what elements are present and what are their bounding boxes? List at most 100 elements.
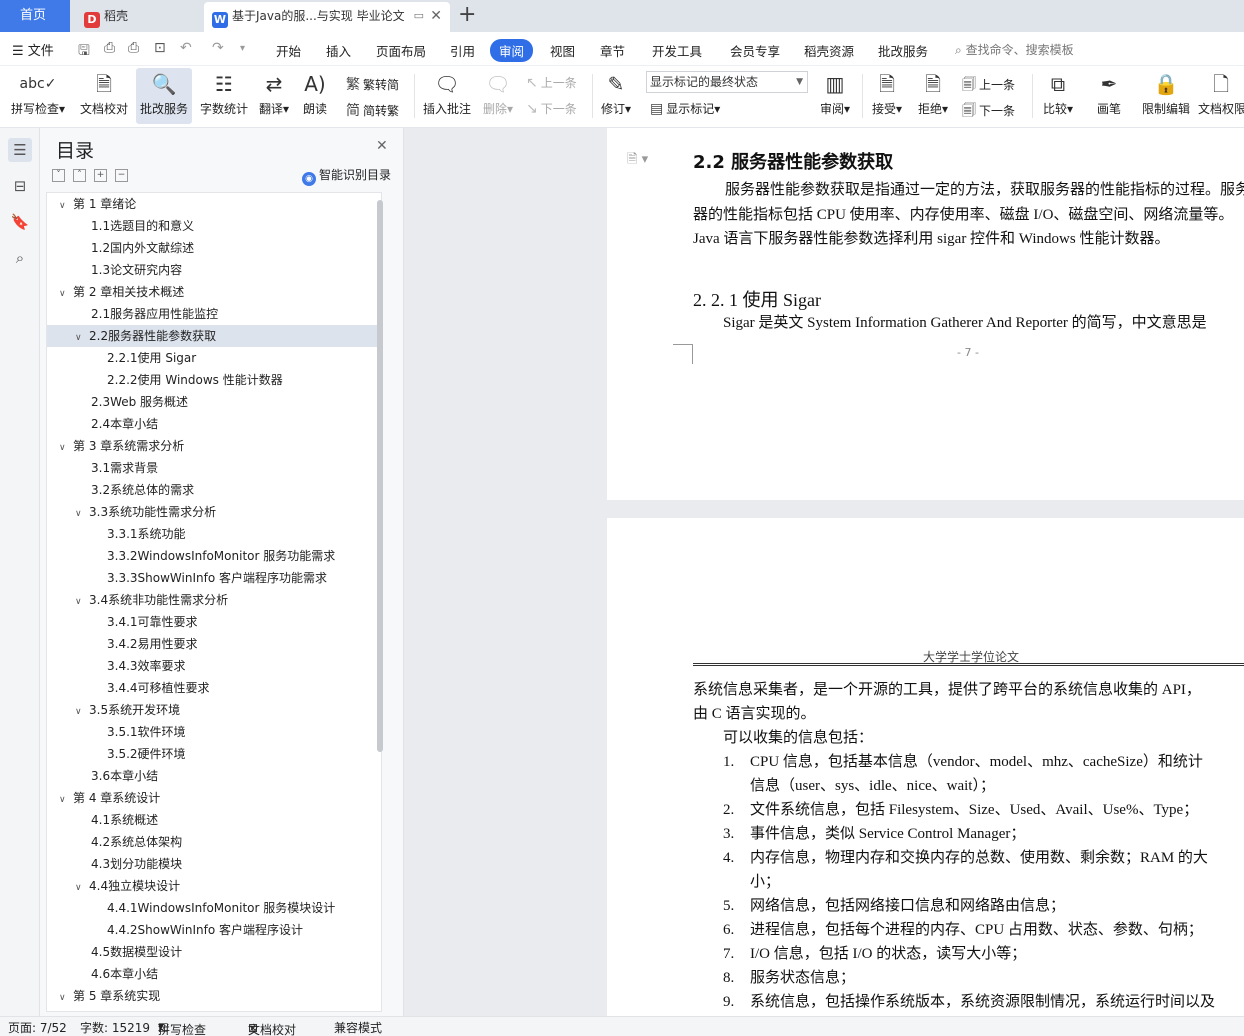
- toc-item[interactable]: ∨ 第 2 章相关技术概述: [47, 281, 381, 303]
- toc-icon[interactable]: ☰: [8, 138, 32, 162]
- toc-item[interactable]: ∨ 2.2服务器性能参数获取: [47, 325, 381, 347]
- menu-chapter[interactable]: 章节: [600, 41, 625, 60]
- spell-check-status[interactable]: ☑ 拼写检查 ▾: [158, 1019, 206, 1036]
- collapse-all-icon[interactable]: −: [115, 169, 128, 182]
- window-icon[interactable]: ▭: [414, 2, 424, 30]
- new-tab-icon[interactable]: +: [458, 2, 476, 28]
- toc-item[interactable]: ∨ 4.4独立模块设计: [47, 875, 381, 897]
- smart-toc-button[interactable]: ◉ 智能识别目录: [302, 166, 391, 186]
- simp-to-trad-button[interactable]: 简简转繁: [346, 100, 399, 120]
- undo-icon[interactable]: ↶: [180, 40, 192, 56]
- toc-item[interactable]: 2.2.2使用 Windows 性能计数器: [47, 369, 381, 391]
- menu-references[interactable]: 引用: [450, 41, 475, 60]
- more-icon[interactable]: ▾: [240, 43, 245, 54]
- next-change-button[interactable]: 🗐 下一条: [962, 100, 1015, 124]
- toc-item[interactable]: 1.2国内外文献综述: [47, 237, 381, 259]
- save-icon[interactable]: 🖫: [78, 40, 90, 64]
- close-tab-icon[interactable]: ✕: [430, 2, 442, 30]
- toc-item[interactable]: ∨ 第 4 章系统设计: [47, 787, 381, 809]
- tab-home[interactable]: 首页: [0, 0, 70, 32]
- reject-button[interactable]: 🗎 拒绝▾: [914, 68, 952, 124]
- doc-check-button[interactable]: 🗎 文档校对: [76, 68, 132, 124]
- menu-layout[interactable]: 页面布局: [376, 41, 426, 60]
- document-icon[interactable]: 🗎 ▾: [627, 150, 648, 172]
- menu-review[interactable]: 审阅: [490, 39, 534, 62]
- trad-to-simp-button[interactable]: 繁繁转简: [346, 74, 399, 94]
- accept-button[interactable]: 🗎 接受▾: [868, 68, 906, 124]
- menu-start[interactable]: 开始: [276, 41, 301, 60]
- toc-item[interactable]: 3.6本章小结: [47, 765, 381, 787]
- menu-review-service[interactable]: 批改服务: [878, 41, 928, 60]
- menu-developer[interactable]: 开发工具: [652, 41, 702, 60]
- chevron-down-icon[interactable]: ∨: [75, 591, 89, 613]
- toc-item[interactable]: 2.3Web 服务概述: [47, 391, 381, 413]
- toc-item[interactable]: 1.3论文研究内容: [47, 259, 381, 281]
- expand-all-icon[interactable]: +: [94, 169, 107, 182]
- translate-button[interactable]: ⇄ 翻译▾: [254, 68, 294, 124]
- page-indicator[interactable]: 页面: 7/52: [8, 1019, 67, 1036]
- bookmark-icon[interactable]: 🔖: [8, 210, 32, 234]
- search-icon[interactable]: ⌕: [8, 246, 32, 270]
- toc-item[interactable]: 3.4.3效率要求: [47, 655, 381, 677]
- toc-item[interactable]: 4.4.1WindowsInfoMonitor 服务模块设计: [47, 897, 381, 919]
- redo-icon[interactable]: ↷: [212, 40, 224, 56]
- chevron-down-icon[interactable]: ∨: [75, 877, 89, 899]
- chevron-down-icon[interactable]: ∨: [59, 283, 73, 305]
- toc-item[interactable]: ∨ 3.3系统功能性需求分析: [47, 501, 381, 523]
- track-changes-button[interactable]: ✎ 修订▾: [598, 68, 634, 124]
- toc-item[interactable]: ∨ 3.4系统非功能性需求分析: [47, 589, 381, 611]
- toc-item[interactable]: 2.1服务器应用性能监控: [47, 303, 381, 325]
- chevron-down-icon[interactable]: ∨: [59, 195, 73, 217]
- doc-permission-button[interactable]: 🗋 文档权限: [1198, 68, 1244, 124]
- tab-daoke[interactable]: D 稻壳: [74, 2, 200, 32]
- chevron-down-icon[interactable]: ∨: [59, 987, 73, 1009]
- prev-change-button[interactable]: 🗐 上一条: [962, 74, 1015, 98]
- tab-document[interactable]: W 基于Java的服...与实现 毕业论文 ▭ ✕: [204, 2, 450, 32]
- chevron-down-icon[interactable]: ∨: [75, 327, 89, 349]
- toc-item[interactable]: 4.4.2ShowWinInfo 客户端程序设计: [47, 919, 381, 941]
- prev-comment-button[interactable]: ↖ 上一条: [526, 74, 577, 91]
- chevron-down-icon[interactable]: ∨: [75, 503, 89, 525]
- collapse-down-icon[interactable]: ˅: [52, 169, 65, 182]
- pen-button[interactable]: ✒ 画笔: [1090, 68, 1128, 124]
- menu-daoke-resources[interactable]: 稻壳资源: [804, 41, 854, 60]
- export-icon[interactable]: ⎙: [104, 40, 115, 56]
- next-comment-button[interactable]: ↘ 下一条: [526, 100, 577, 117]
- toc-item[interactable]: 4.3划分功能模块: [47, 853, 381, 875]
- toc-item[interactable]: 3.4.4可移植性要求: [47, 677, 381, 699]
- word-count-button[interactable]: ☷ 字数统计: [196, 68, 252, 124]
- toc-item[interactable]: 3.5.1软件环境: [47, 721, 381, 743]
- delete-comment-button[interactable]: 🗨 删除▾: [480, 68, 516, 124]
- toc-item[interactable]: 3.2系统总体的需求: [47, 479, 381, 501]
- menu-insert[interactable]: 插入: [326, 41, 351, 60]
- toc-item[interactable]: 3.4.1可靠性要求: [47, 611, 381, 633]
- toc-item[interactable]: 3.1需求背景: [47, 457, 381, 479]
- collapse-up-icon[interactable]: ˄: [73, 169, 86, 182]
- chevron-down-icon[interactable]: ∨: [59, 789, 73, 811]
- menu-member[interactable]: 会员专享: [730, 41, 780, 60]
- toc-item[interactable]: 3.5.2硬件环境: [47, 743, 381, 765]
- markup-state-select[interactable]: 显示标记的最终状态 ▼: [646, 71, 808, 93]
- toc-item[interactable]: 2.4本章小结: [47, 413, 381, 435]
- toc-item[interactable]: 4.6本章小结: [47, 963, 381, 985]
- toc-item[interactable]: 2.2.1使用 Sigar: [47, 347, 381, 369]
- toc-item[interactable]: ∨ 第 1 章绪论: [47, 193, 381, 215]
- toc-item[interactable]: ∨ 3.5系统开发环境: [47, 699, 381, 721]
- read-aloud-button[interactable]: A) 朗读: [298, 68, 332, 124]
- close-icon[interactable]: ✕: [376, 138, 388, 154]
- show-markup-button[interactable]: ▤ 显示标记▾: [650, 100, 720, 117]
- toc-item[interactable]: 1.1选题目的和意义: [47, 215, 381, 237]
- toc-item[interactable]: 4.1系统概述: [47, 809, 381, 831]
- toc-item[interactable]: 4.5数据模型设计: [47, 941, 381, 963]
- toc-item[interactable]: 3.3.2WindowsInfoMonitor 服务功能需求: [47, 545, 381, 567]
- toc-item[interactable]: 3.4.2易用性要求: [47, 633, 381, 655]
- toc-item[interactable]: ∨ 第 5 章系统实现: [47, 985, 381, 1007]
- toc-scrollbar[interactable]: [377, 200, 383, 752]
- word-count-indicator[interactable]: 字数: 15219: [80, 1019, 150, 1036]
- restrict-edit-button[interactable]: 🔒 限制编辑: [1140, 68, 1192, 124]
- spell-check-button[interactable]: abc✓ 拼写检查▾: [6, 68, 70, 124]
- preview-icon[interactable]: ⊡: [154, 40, 166, 56]
- command-search[interactable]: ⌕ 查找命令、搜索模板: [955, 41, 1074, 58]
- toc-item[interactable]: ∨ 第 3 章系统需求分析: [47, 435, 381, 457]
- menu-view[interactable]: 视图: [550, 41, 575, 60]
